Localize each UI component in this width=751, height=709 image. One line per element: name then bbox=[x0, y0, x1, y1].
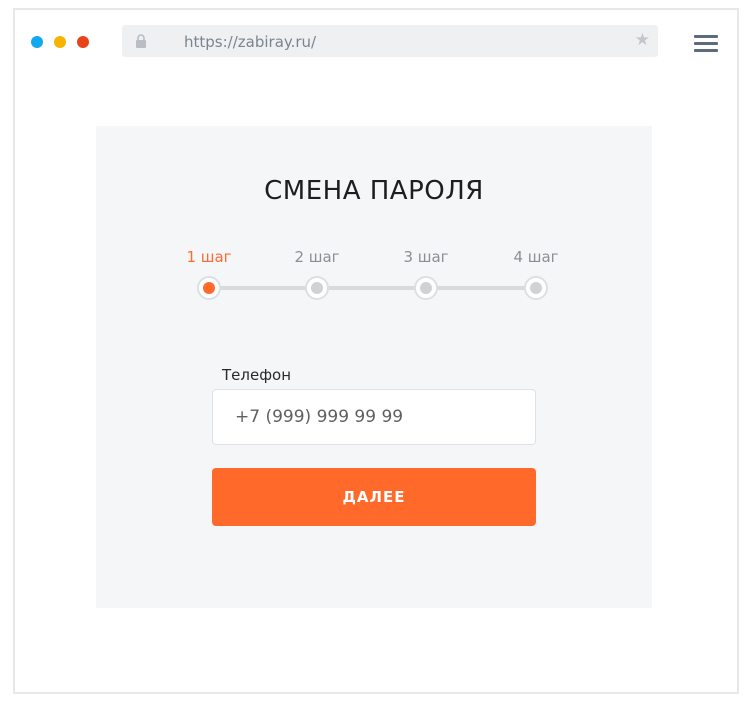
step-dot-1 bbox=[197, 276, 221, 300]
step-label-1: 1 шаг bbox=[186, 248, 232, 266]
page-title: СМЕНА ПАРОЛЯ bbox=[264, 176, 484, 206]
step-dot-2 bbox=[305, 276, 329, 300]
lock-icon bbox=[136, 34, 146, 48]
step-dot-3 bbox=[414, 276, 438, 300]
steps-progress-line bbox=[208, 286, 536, 290]
step-dot-4 bbox=[524, 276, 548, 300]
address-bar[interactable]: https://zabiray.ru/ ★ bbox=[122, 25, 658, 57]
browser-window: https://zabiray.ru/ ★ СМЕНА ПАРОЛЯ 1 шаг… bbox=[13, 8, 739, 694]
step-label-4: 4 шаг bbox=[513, 248, 559, 266]
window-dot-yellow[interactable] bbox=[54, 36, 66, 48]
step-label-2: 2 шаг bbox=[294, 248, 340, 266]
star-icon[interactable]: ★ bbox=[635, 30, 650, 50]
window-dot-blue[interactable] bbox=[31, 36, 43, 48]
window-dot-red[interactable] bbox=[77, 36, 89, 48]
step-label-3: 3 шаг bbox=[403, 248, 449, 266]
hamburger-menu-icon[interactable] bbox=[694, 35, 718, 52]
next-button[interactable]: ДАЛЕЕ bbox=[212, 468, 536, 526]
url-text: https://zabiray.ru/ bbox=[184, 33, 317, 51]
password-change-card: СМЕНА ПАРОЛЯ 1 шаг 2 шаг 3 шаг 4 шаг Тел… bbox=[96, 126, 652, 608]
phone-input[interactable] bbox=[212, 389, 536, 445]
phone-label: Телефон bbox=[222, 366, 292, 384]
